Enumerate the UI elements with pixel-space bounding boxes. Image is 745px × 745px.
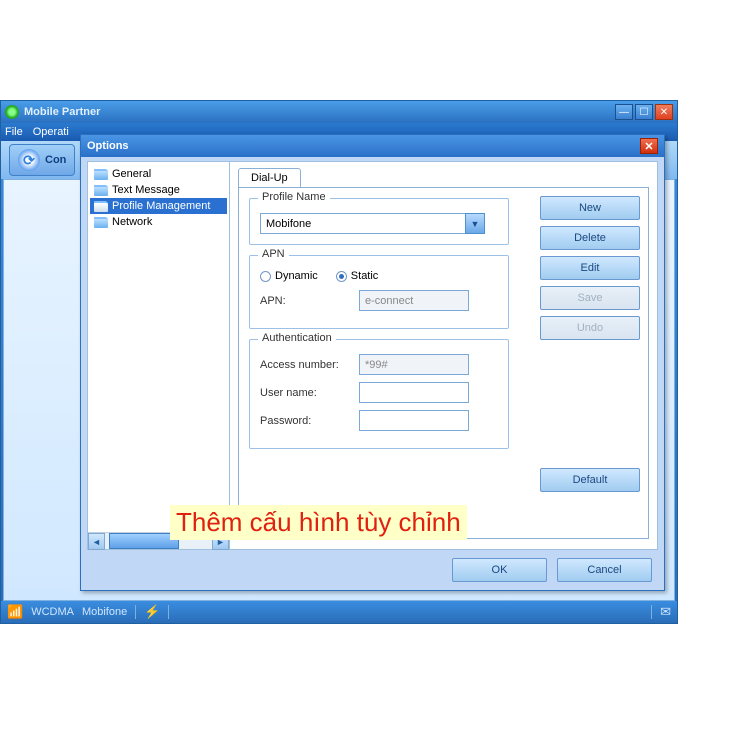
save-button: Save bbox=[540, 286, 640, 310]
app-icon bbox=[5, 105, 19, 119]
action-button-column: New Delete Edit Save Undo bbox=[540, 196, 640, 340]
tree-item-network[interactable]: Network bbox=[90, 214, 227, 230]
connection-label: Con bbox=[45, 154, 66, 166]
main-titlebar: Mobile Partner — ☐ ✕ bbox=[1, 101, 677, 123]
group-title: APN bbox=[258, 248, 289, 260]
radio-label: Dynamic bbox=[275, 270, 318, 282]
profile-name-combo[interactable]: ▼ bbox=[260, 213, 485, 234]
radio-icon bbox=[336, 271, 347, 282]
settings-pane: Dial-Up Profile Name ▼ APN Dynamic bbox=[230, 162, 657, 549]
apn-label: APN: bbox=[260, 295, 359, 307]
dialog-close-button[interactable]: ✕ bbox=[640, 138, 658, 154]
profile-name-group: Profile Name ▼ bbox=[249, 198, 509, 245]
folder-icon bbox=[94, 217, 108, 228]
apn-group: APN Dynamic Static APN: bbox=[249, 255, 509, 329]
username-label: User name: bbox=[260, 387, 359, 399]
group-title: Authentication bbox=[258, 332, 336, 344]
apn-dynamic-radio[interactable]: Dynamic bbox=[260, 270, 318, 282]
tree-item-text-message[interactable]: Text Message bbox=[90, 182, 227, 198]
folder-icon bbox=[94, 169, 108, 180]
category-tree-pane: General Text Message Profile Management … bbox=[88, 162, 230, 549]
status-profile: Mobifone bbox=[82, 606, 127, 618]
access-number-label: Access number: bbox=[260, 359, 359, 371]
apn-static-radio[interactable]: Static bbox=[336, 270, 379, 282]
tree-label: General bbox=[112, 168, 151, 180]
signal-icon: 📶 bbox=[7, 604, 23, 620]
radio-icon bbox=[260, 271, 271, 282]
undo-button: Undo bbox=[540, 316, 640, 340]
separator bbox=[135, 605, 136, 619]
auth-group: Authentication Access number: User name:… bbox=[249, 339, 509, 449]
new-button[interactable]: New bbox=[540, 196, 640, 220]
dropdown-icon[interactable]: ▼ bbox=[465, 213, 485, 234]
scroll-thumb[interactable] bbox=[109, 533, 179, 549]
group-title: Profile Name bbox=[258, 191, 330, 203]
tree-label: Network bbox=[112, 216, 152, 228]
default-button[interactable]: Default bbox=[540, 468, 640, 492]
profile-name-input[interactable] bbox=[260, 213, 465, 234]
menu-operations[interactable]: Operati bbox=[33, 126, 69, 138]
dialog-footer: OK Cancel bbox=[452, 558, 652, 582]
edit-button[interactable]: Edit bbox=[540, 256, 640, 280]
apn-input[interactable] bbox=[359, 290, 469, 311]
dialog-titlebar: Options ✕ bbox=[81, 135, 664, 157]
dialog-title: Options bbox=[87, 140, 640, 152]
access-number-input[interactable] bbox=[359, 354, 469, 375]
separator bbox=[651, 605, 652, 619]
connection-button[interactable]: ⟳ Con bbox=[9, 144, 75, 176]
delete-button[interactable]: Delete bbox=[540, 226, 640, 250]
tab-content: Profile Name ▼ APN Dynamic bbox=[238, 187, 649, 539]
disconnect-icon: ⚡ bbox=[144, 604, 160, 620]
category-tree: General Text Message Profile Management … bbox=[88, 162, 229, 532]
radio-label: Static bbox=[351, 270, 379, 282]
tab-dialup[interactable]: Dial-Up bbox=[238, 168, 301, 187]
folder-icon bbox=[94, 185, 108, 196]
cancel-button[interactable]: Cancel bbox=[557, 558, 652, 582]
status-network: WCDMA bbox=[31, 606, 74, 618]
dialog-body: General Text Message Profile Management … bbox=[87, 161, 658, 550]
password-input[interactable] bbox=[359, 410, 469, 431]
username-input[interactable] bbox=[359, 382, 469, 403]
tree-label: Profile Management bbox=[112, 200, 210, 212]
tree-item-general[interactable]: General bbox=[90, 166, 227, 182]
close-button[interactable]: ✕ bbox=[655, 104, 673, 120]
separator bbox=[168, 605, 169, 619]
password-label: Password: bbox=[260, 415, 359, 427]
folder-icon bbox=[94, 201, 108, 212]
scroll-left-icon[interactable]: ◄ bbox=[88, 533, 105, 550]
mail-icon[interactable]: ✉ bbox=[660, 604, 671, 620]
menu-file[interactable]: File bbox=[5, 126, 23, 138]
sync-icon: ⟳ bbox=[18, 149, 40, 171]
maximize-button[interactable]: ☐ bbox=[635, 104, 653, 120]
tree-label: Text Message bbox=[112, 184, 180, 196]
app-title: Mobile Partner bbox=[24, 106, 615, 118]
statusbar: 📶 WCDMA Mobifone ⚡ ✉ bbox=[1, 601, 677, 623]
tree-item-profile-management[interactable]: Profile Management bbox=[90, 198, 227, 214]
annotation-overlay: Thêm cấu hình tùy chỉnh bbox=[170, 505, 467, 540]
minimize-button[interactable]: — bbox=[615, 104, 633, 120]
ok-button[interactable]: OK bbox=[452, 558, 547, 582]
